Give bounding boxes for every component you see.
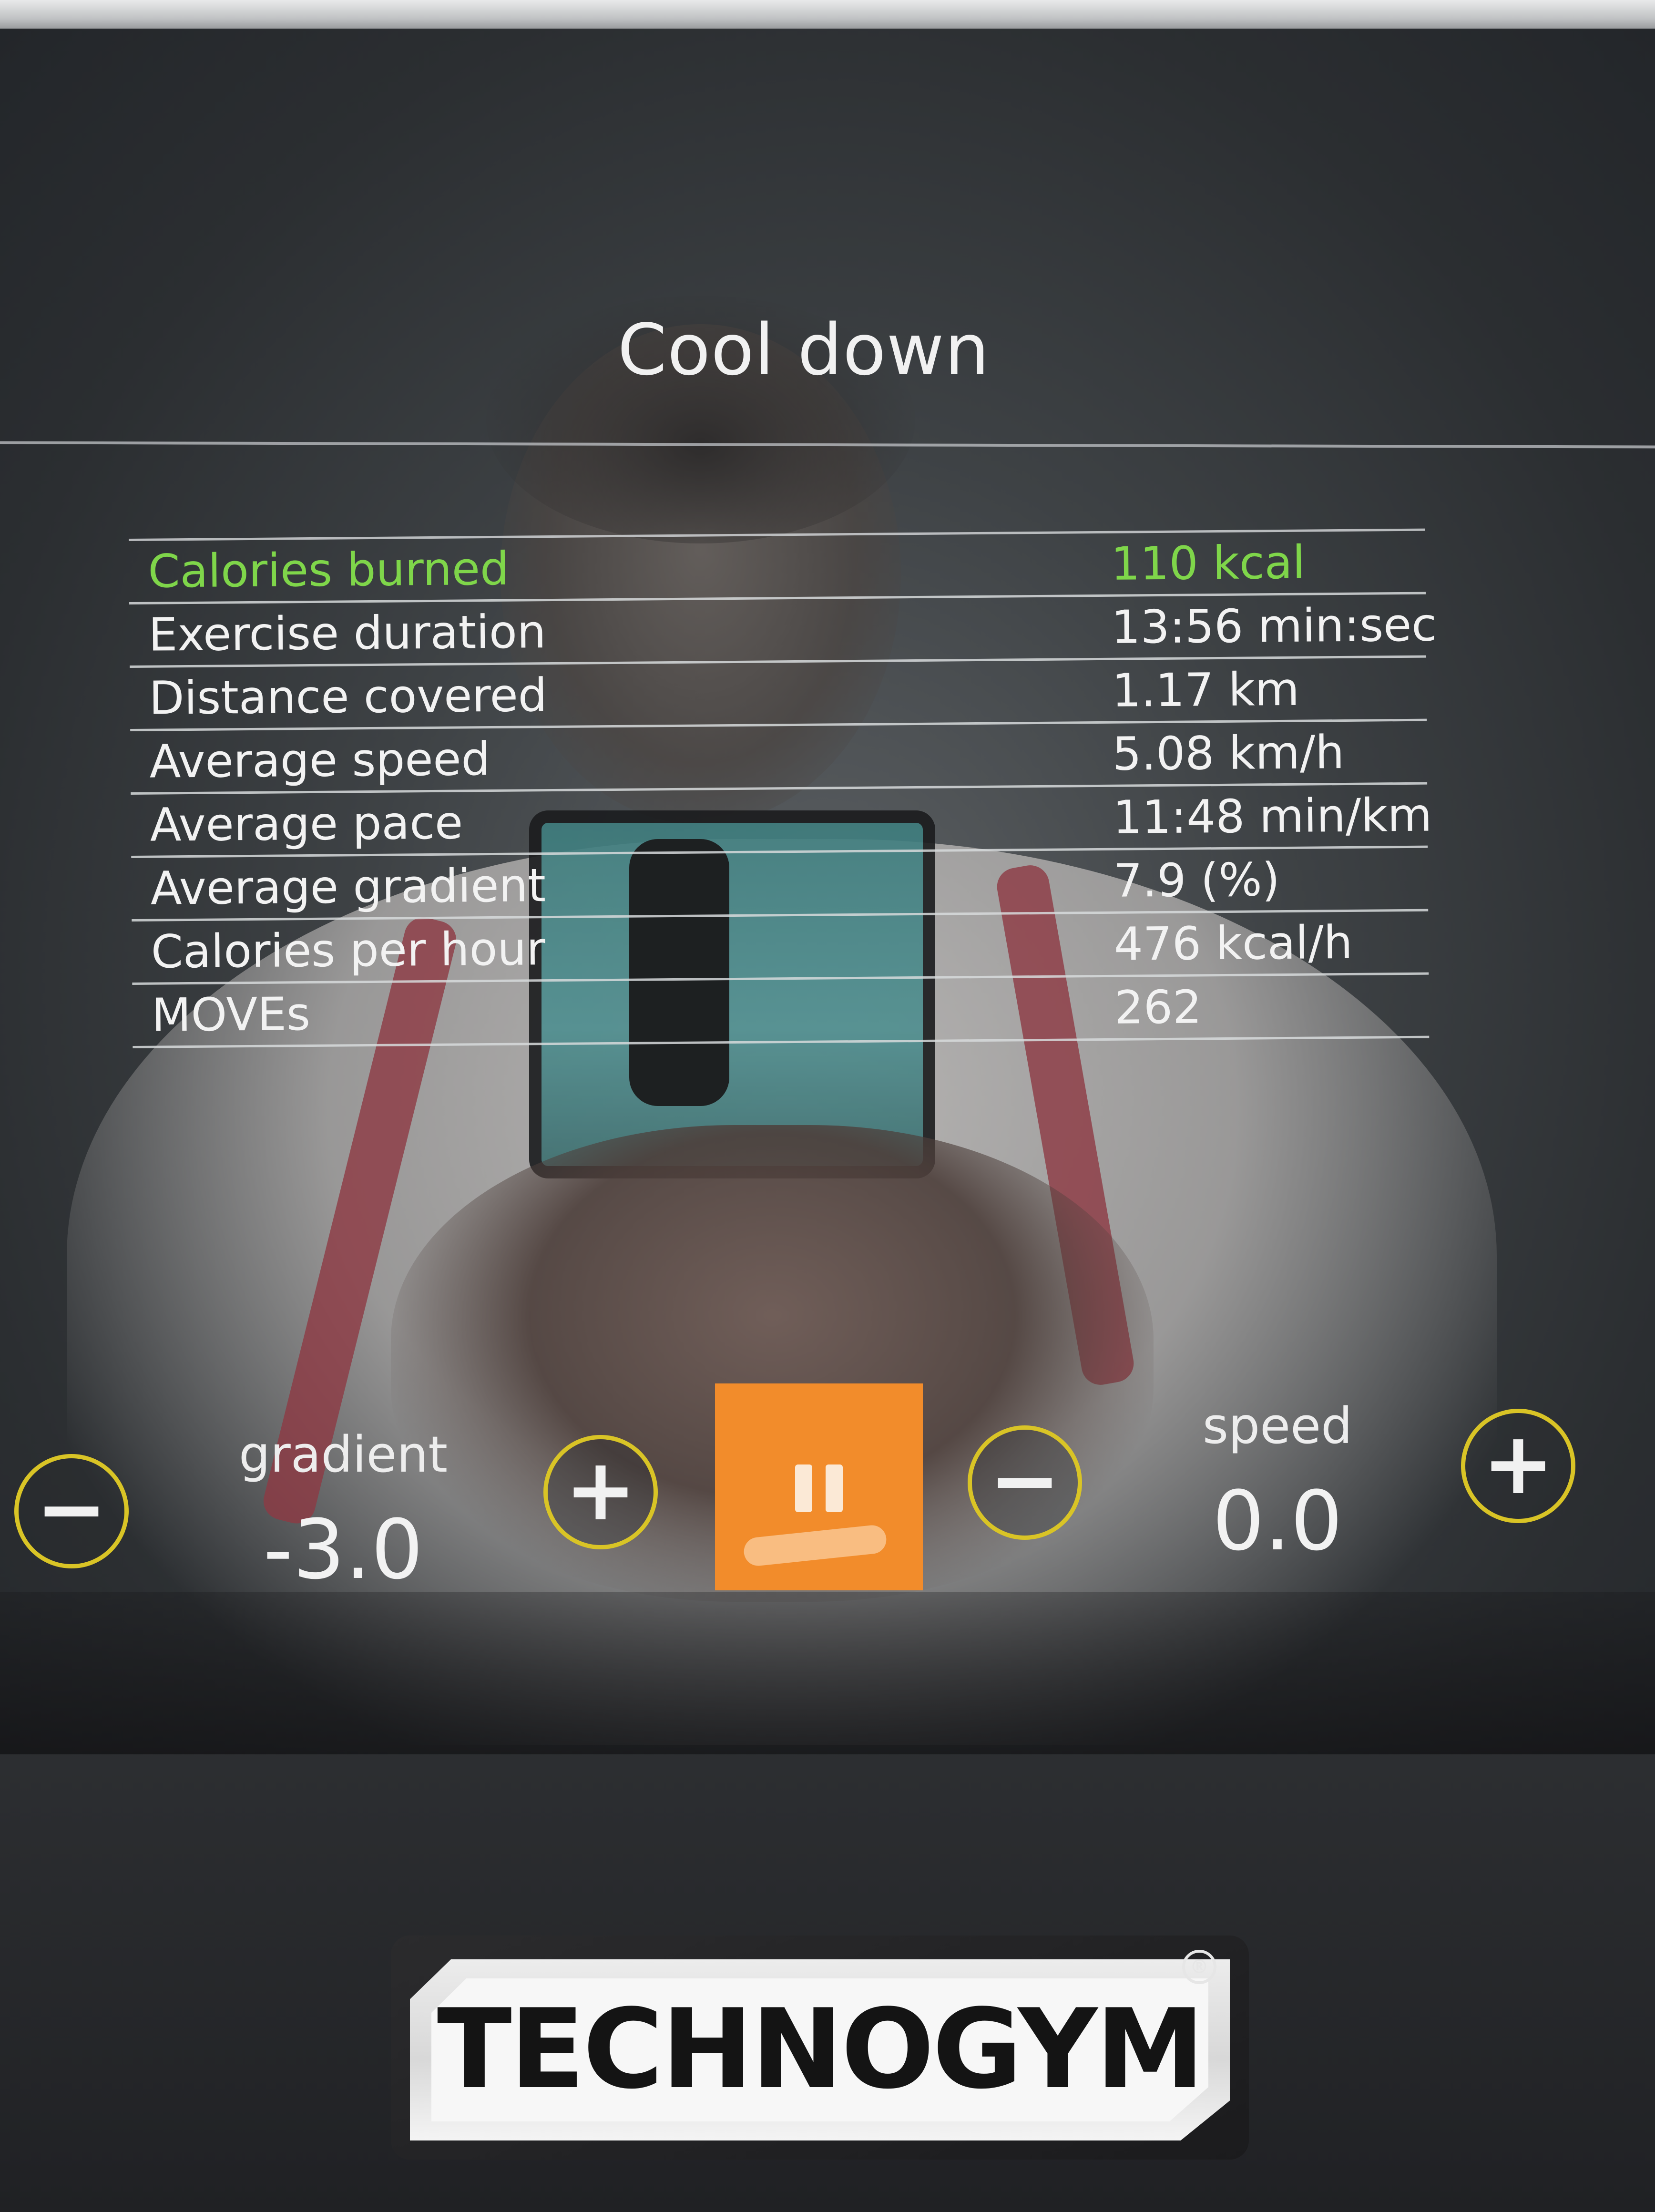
stat-row-average-pace: Average pace 11:48 min/km <box>131 784 1432 858</box>
stat-label: Average gradient <box>150 859 546 915</box>
minus-icon: − <box>989 1431 1061 1530</box>
brand-logo: TECHNOGYM <box>437 1986 1205 2113</box>
stat-value: 5.08 km/h <box>1112 725 1345 781</box>
registered-mark: ® <box>1182 1950 1216 1984</box>
plus-icon: + <box>564 1440 637 1540</box>
screen-bottom-shade <box>0 1592 1655 1754</box>
stat-row-average-gradient: Average gradient 7.9 (%) <box>131 848 1429 922</box>
stat-row-exercise-duration: Exercise duration 13:56 min:sec <box>129 594 1437 668</box>
stat-value: 13:56 min:sec <box>1111 598 1437 654</box>
gradient-label: gradient <box>238 1425 448 1484</box>
gradient-increase-button[interactable]: + <box>543 1435 658 1549</box>
stat-label: Exercise duration <box>148 605 546 662</box>
speed-value: 0.0 <box>1212 1473 1343 1569</box>
minus-icon: − <box>35 1459 108 1559</box>
speed-increase-button[interactable]: + <box>1461 1409 1575 1523</box>
treadmill-console: Cool down Calories burned 110 kcal Exerc… <box>0 0 1655 2212</box>
stat-row-moves: MOVEs 262 <box>132 974 1430 1048</box>
stat-label: Average pace <box>150 796 463 852</box>
stat-row-calories-burned: Calories burned 110 kcal <box>129 531 1426 604</box>
gradient-decrease-button[interactable]: − <box>14 1454 129 1568</box>
speed-decrease-button[interactable]: − <box>968 1425 1082 1540</box>
stat-label: Distance covered <box>149 668 548 725</box>
stat-value: 110 kcal <box>1111 535 1306 591</box>
stat-row-average-speed: Average speed 5.08 km/h <box>130 721 1428 795</box>
stat-value: 11:48 min/km <box>1113 788 1432 844</box>
stat-row-distance-covered: Distance covered 1.17 km <box>130 657 1427 731</box>
stat-row-calories-per-hour: Calories per hour 476 kcal/h <box>132 911 1429 985</box>
speed-label: speed <box>1202 1397 1353 1455</box>
pause-button[interactable] <box>715 1383 923 1590</box>
stat-value: 476 kcal/h <box>1114 915 1353 971</box>
workout-summary-table: Calories burned 110 kcal Exercise durati… <box>129 528 1437 1048</box>
stat-value: 7.9 (%) <box>1113 853 1280 908</box>
gradient-value: -3.0 <box>263 1502 423 1598</box>
reflection-glare <box>742 1524 888 1567</box>
stat-label: Calories per hour <box>151 922 546 979</box>
stat-label: Calories burned <box>148 542 510 598</box>
stat-label: Average speed <box>149 732 490 789</box>
stat-value: 1.17 km <box>1112 662 1300 717</box>
stat-value: 262 <box>1114 980 1202 1034</box>
plus-icon: + <box>1482 1414 1554 1514</box>
page-title: Cool down <box>617 309 990 391</box>
stat-label: MOVEs <box>151 987 311 1042</box>
